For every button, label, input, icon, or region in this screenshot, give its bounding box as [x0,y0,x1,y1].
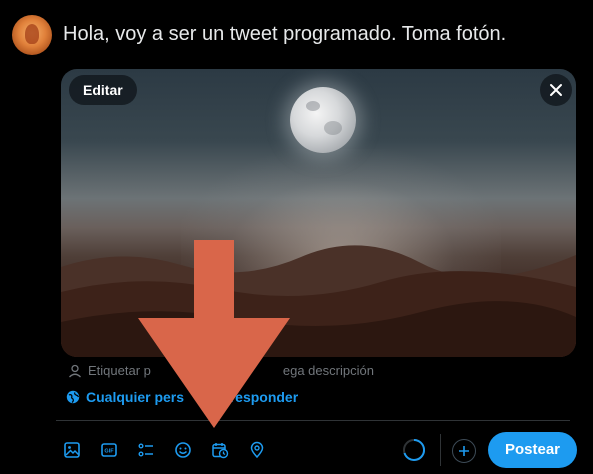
annotation-arrow-down [138,240,290,428]
